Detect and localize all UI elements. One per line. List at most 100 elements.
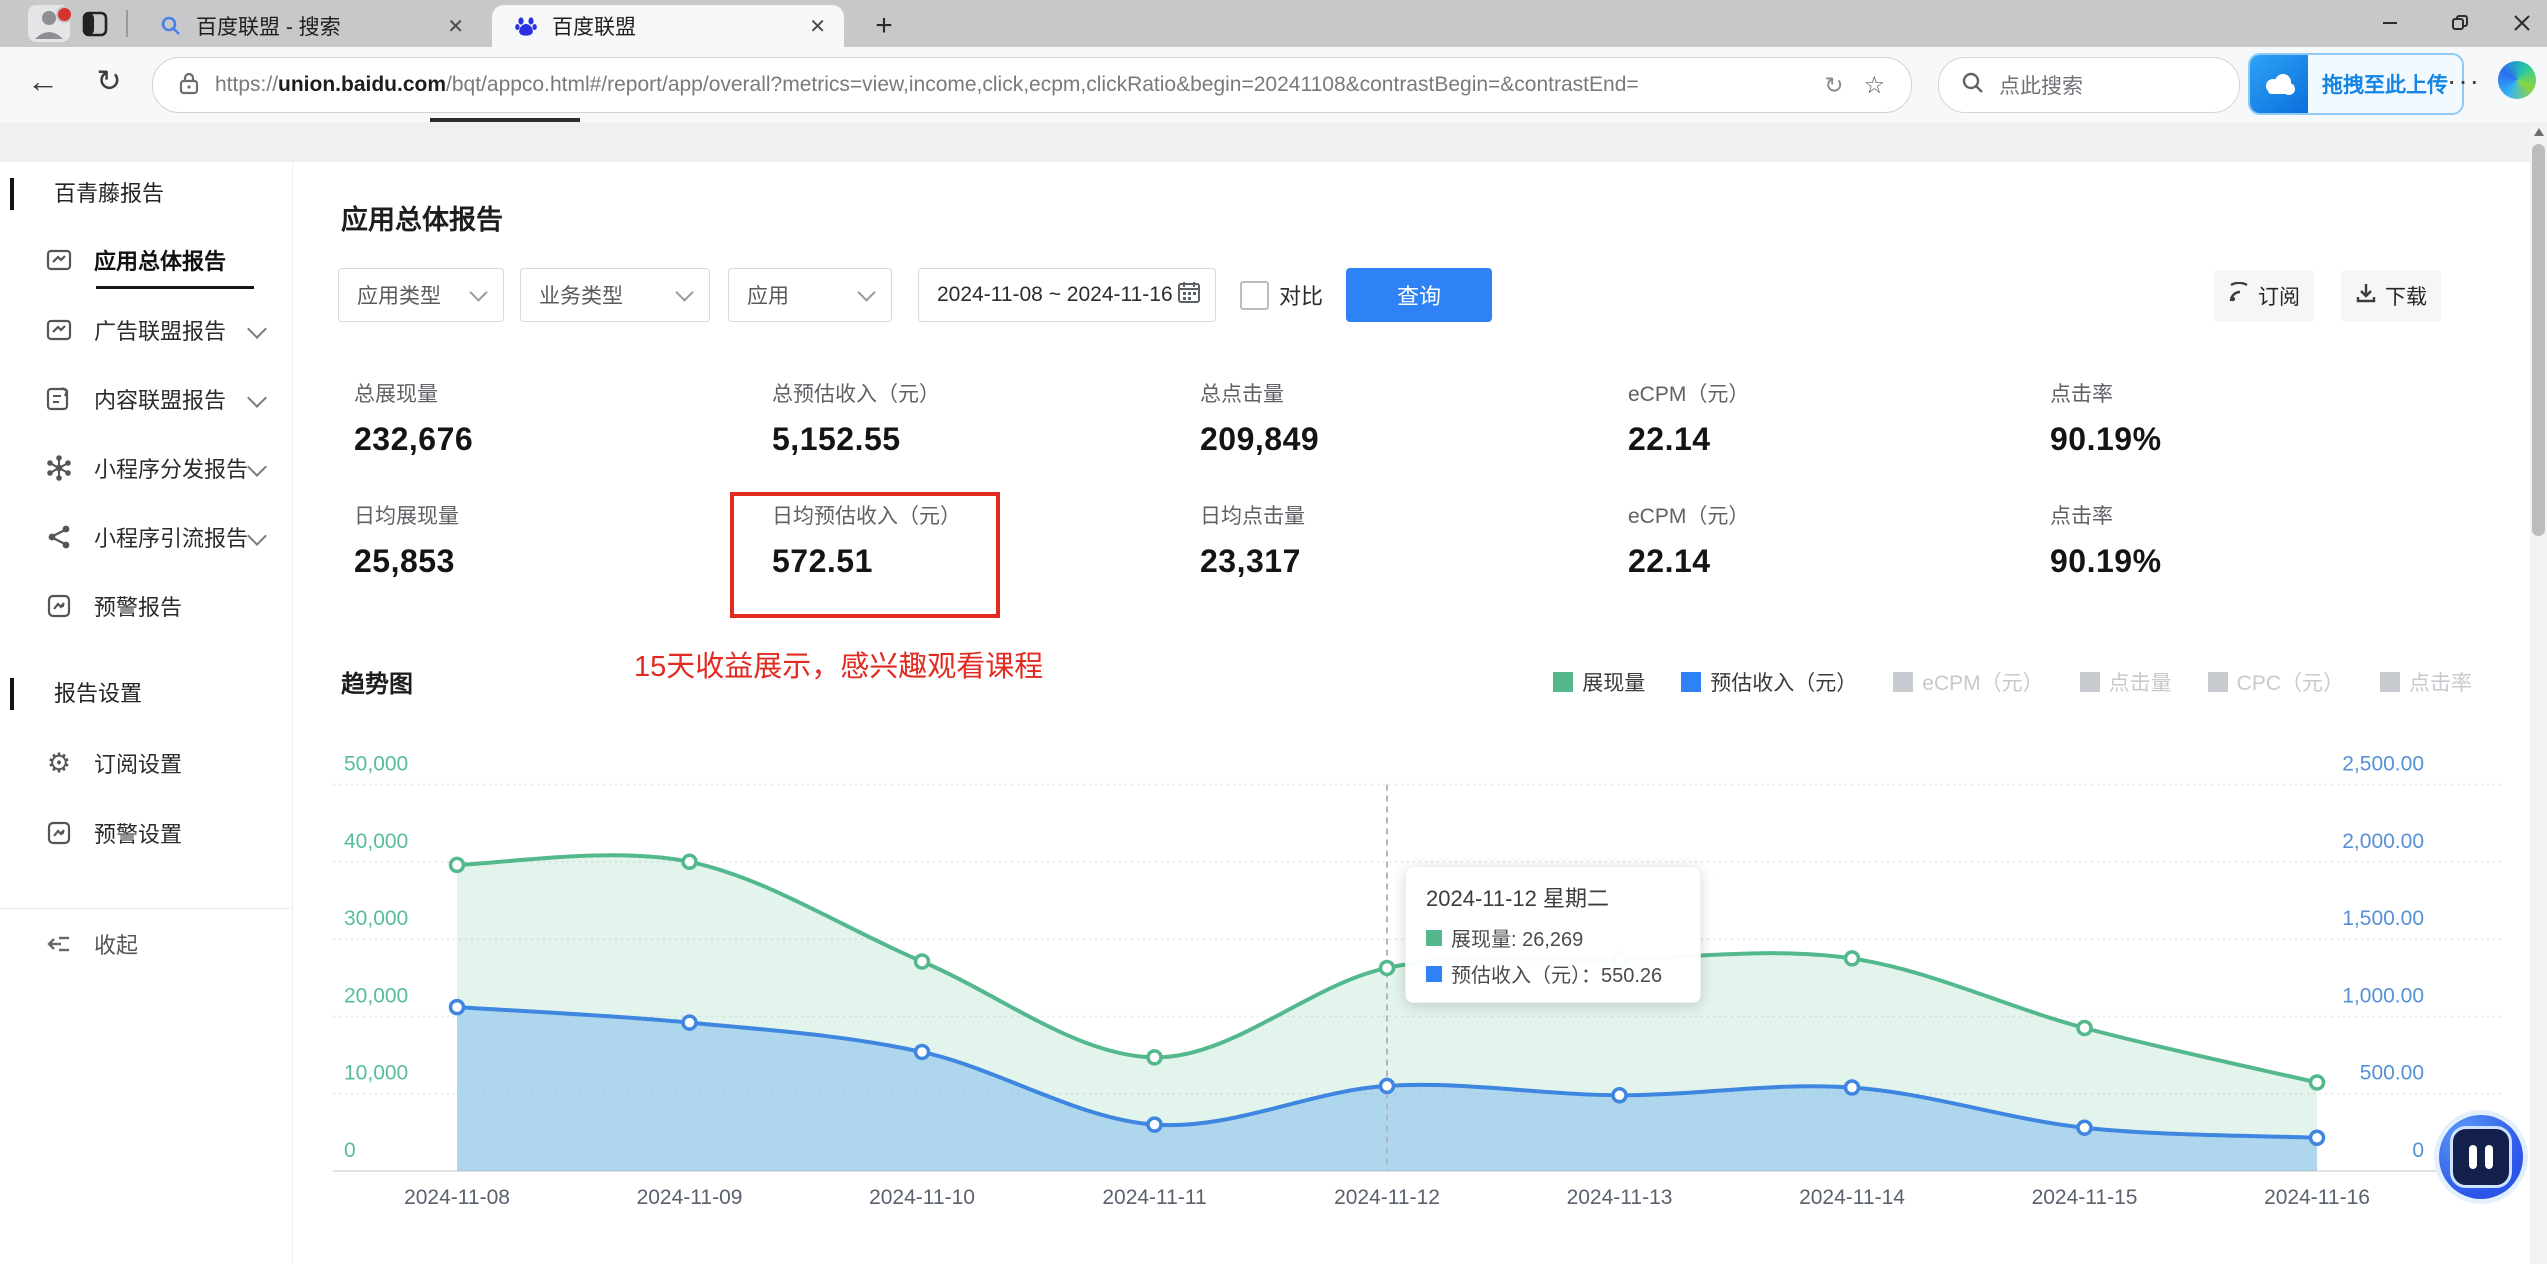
window-minimize-button[interactable] <box>2368 8 2412 38</box>
stat-daily-ctr: 点击率 90.19% <box>2050 505 2162 579</box>
browser-search-box[interactable]: 点此搜索 <box>1938 57 2240 113</box>
left-axis-tick: 40,000 <box>344 830 408 853</box>
address-bar[interactable]: https://union.baidu.com/bqt/appco.html#/… <box>152 57 1912 113</box>
data-point-marker[interactable] <box>2308 1129 2326 1147</box>
legend-item-cpc[interactable]: CPC（元） <box>2207 667 2344 697</box>
search-icon <box>1961 71 1985 100</box>
data-point-marker[interactable] <box>1146 1049 1163 1066</box>
chevron-down-icon <box>247 319 267 339</box>
favorite-star-icon[interactable]: ☆ <box>1863 71 1885 100</box>
date-range-input[interactable]: 2024-11-08 ~ 2024-11-16 <box>918 268 1216 322</box>
business-type-select[interactable]: 业务类型 <box>520 268 710 322</box>
legend-item-ctr[interactable]: 点击率 <box>2380 667 2472 697</box>
tab-search[interactable]: 百度联盟 - 搜索 ✕ <box>138 5 482 47</box>
sidebar-item-alert-report[interactable]: 预警报告 <box>0 580 292 632</box>
sidebar-item-content-union-report[interactable]: 内容联盟报告 <box>0 373 292 425</box>
sidebar-item-app-overall-report[interactable]: 应用总体报告 <box>0 234 292 286</box>
chevron-down-icon <box>247 526 267 546</box>
data-point-marker[interactable] <box>681 1014 698 1031</box>
window-close-button[interactable] <box>2500 8 2544 38</box>
select-value: 应用类型 <box>357 285 441 308</box>
tooltip-row-impressions: 展现量: 26,269 <box>1426 923 1680 952</box>
netdisk-cloud-icon <box>2250 55 2308 113</box>
calendar-icon <box>1177 280 1201 310</box>
scrollbar-thumb[interactable] <box>2532 144 2545 536</box>
close-tab-icon[interactable]: ✕ <box>809 14 826 39</box>
close-tab-icon[interactable]: ✕ <box>447 14 464 39</box>
legend-item-clicks[interactable]: 点击量 <box>2079 667 2172 697</box>
data-point-marker[interactable] <box>2308 1074 2326 1091</box>
page-title: 应用总体报告 <box>341 205 503 235</box>
sidebar-item-miniapp-referral-report[interactable]: 小程序引流报告 <box>0 511 292 563</box>
legend-item-impressions[interactable]: 展现量 <box>1553 667 1645 697</box>
right-axis-tick: 500.00 <box>2360 1062 2424 1085</box>
refresh-button[interactable]: ↻ <box>86 58 132 104</box>
legend-swatch <box>2079 672 2100 692</box>
data-point-marker[interactable] <box>1843 950 1861 967</box>
data-point-marker[interactable] <box>1378 959 1396 977</box>
stat-daily-clicks: 日均点击量 23,317 <box>1200 505 1305 579</box>
right-axis-tick: 2,500.00 <box>2342 753 2424 776</box>
compare-checkbox[interactable] <box>1240 280 1269 310</box>
tooltip-swatch <box>1426 965 1442 982</box>
data-point-marker[interactable] <box>1611 1086 1628 1104</box>
sidebar-item-label: 内容联盟报告 <box>94 388 227 413</box>
data-point-marker[interactable] <box>448 856 466 874</box>
x-axis-tick: 2024-11-14 <box>1799 1186 1905 1209</box>
assistant-bot-button[interactable] <box>2439 1115 2523 1199</box>
right-axis-tick: 0 <box>2412 1139 2424 1162</box>
x-axis-tick: 2024-11-15 <box>2032 1186 2138 1209</box>
query-button[interactable]: 查询 <box>1346 268 1492 322</box>
stat-total-revenue: 总预估收入（元） 5,152.55 <box>772 383 940 457</box>
x-axis-tick: 2024-11-10 <box>869 1186 975 1209</box>
trend-chart: 0 0 10,000 500.00 20,000 1,000.00 30,000 1,500.… <box>333 753 2502 1209</box>
download-button[interactable]: 下载 <box>2341 270 2441 322</box>
alert-chart-icon <box>42 589 76 623</box>
sidebar-item-label: 小程序引流报告 <box>94 526 249 551</box>
sidebar-section-settings: 报告设置 <box>54 681 143 706</box>
window-restore-button[interactable] <box>2438 8 2482 38</box>
chart-legend: 展现量 预估收入（元） eCPM（元） 点击量 CPC（元） 点击率 <box>1250 668 2472 696</box>
sidebar-item-label: 广告联盟报告 <box>94 319 227 344</box>
chevron-down-icon <box>857 283 876 302</box>
legend-item-ecpm[interactable]: eCPM（元） <box>1893 667 2044 697</box>
reload-app-icon[interactable]: ↻ <box>1824 72 1843 99</box>
content-report-icon <box>42 382 76 416</box>
data-point-marker[interactable] <box>2076 1019 2093 1037</box>
upload-label: 拖拽至此上传 <box>2322 74 2448 97</box>
new-tab-button[interactable]: + <box>866 8 902 44</box>
back-button[interactable]: ← <box>20 58 66 104</box>
sidebar-item-ad-union-report[interactable]: 广告联盟报告 <box>0 304 292 356</box>
legend-item-revenue[interactable]: 预估收入（元） <box>1681 667 1857 697</box>
stat-ctr: 点击率 90.19% <box>2050 383 2162 457</box>
chevron-down-icon <box>675 283 694 302</box>
compare-label: 对比 <box>1279 284 1324 309</box>
browser-menu-button[interactable]: ··· <box>2444 58 2484 104</box>
data-point-marker[interactable] <box>1843 1079 1861 1096</box>
legend-swatch <box>1553 672 1574 692</box>
section-marker <box>10 178 14 210</box>
section-marker <box>10 678 14 710</box>
scrollbar-up-arrow-icon[interactable] <box>2534 128 2544 136</box>
data-point-marker[interactable] <box>1378 1077 1396 1095</box>
app-type-select[interactable]: 应用类型 <box>338 268 504 322</box>
data-point-marker[interactable] <box>681 853 698 871</box>
copilot-icon[interactable] <box>2498 61 2536 99</box>
data-point-marker[interactable] <box>448 998 466 1016</box>
app-select[interactable]: 应用 <box>728 268 892 322</box>
tab-baidu-union[interactable]: 百度联盟 ✕ <box>492 5 844 47</box>
data-point-marker[interactable] <box>913 953 931 970</box>
netdisk-upload-button[interactable]: 拖拽至此上传 <box>2248 53 2464 115</box>
tab-title: 百度联盟 <box>552 16 636 39</box>
sidebar-item-miniapp-distribution-report[interactable]: 小程序分发报告 <box>0 442 292 494</box>
data-point-marker[interactable] <box>1146 1116 1163 1133</box>
notification-dot <box>56 6 73 23</box>
download-label: 下载 <box>2385 286 2427 309</box>
tab-title: 百度联盟 - 搜索 <box>196 16 341 39</box>
workspaces-icon[interactable] <box>82 11 108 42</box>
data-point-marker[interactable] <box>913 1043 931 1061</box>
subscribe-button[interactable]: 订阅 <box>2214 270 2314 322</box>
x-axis-tick: 2024-11-13 <box>1567 1186 1673 1209</box>
chevron-down-icon <box>247 388 267 408</box>
data-point-marker[interactable] <box>2076 1119 2093 1136</box>
